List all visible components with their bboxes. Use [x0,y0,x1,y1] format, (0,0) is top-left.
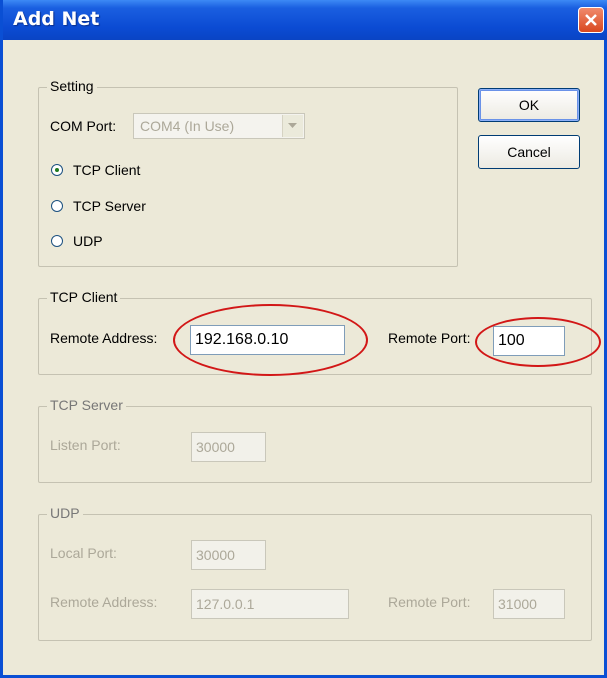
udp-remote-port-input[interactable] [493,589,565,619]
close-button[interactable] [578,7,604,33]
listen-port-input[interactable] [191,432,266,462]
window-title: Add Net [13,8,100,30]
com-port-select[interactable]: COM4 (In Use) [133,113,305,139]
ok-button[interactable]: OK [478,88,580,122]
radio-udp-label: UDP [73,233,103,249]
tcp-server-group: TCP Server [38,397,592,483]
radio-tcp-client[interactable]: TCP Client [51,162,140,178]
radio-tcp-server-label: TCP Server [73,198,146,214]
radio-button-icon [51,164,63,176]
radio-button-icon [51,235,63,247]
com-port-label: COM Port: [50,118,117,134]
remote-address-input[interactable] [190,325,345,355]
udp-legend: UDP [47,505,83,521]
remote-port-label: Remote Port: [388,330,471,346]
remote-address-label: Remote Address: [50,330,158,346]
udp-remote-port-label: Remote Port: [388,594,471,610]
close-icon [585,14,597,26]
title-bar[interactable]: Add Net [3,0,607,40]
tcp-client-legend: TCP Client [47,289,121,305]
chevron-down-icon[interactable] [282,115,303,137]
setting-legend: Setting [47,78,97,94]
cancel-button[interactable]: Cancel [478,135,580,169]
udp-remote-address-label: Remote Address: [50,594,158,610]
radio-tcp-client-label: TCP Client [73,162,141,178]
udp-group: UDP [38,505,592,641]
radio-button-icon [51,200,63,212]
listen-port-label: Listen Port: [50,437,121,453]
local-port-input[interactable] [191,540,266,570]
tcp-server-legend: TCP Server [47,397,126,413]
add-net-dialog: Add Net OK Cancel Setting COM Port: COM4… [0,0,607,678]
remote-port-input[interactable] [493,326,565,356]
udp-remote-address-input[interactable] [191,589,349,619]
com-port-value: COM4 (In Use) [140,118,235,134]
local-port-label: Local Port: [50,545,117,561]
radio-udp[interactable]: UDP [51,233,103,249]
radio-tcp-server[interactable]: TCP Server [51,198,146,214]
